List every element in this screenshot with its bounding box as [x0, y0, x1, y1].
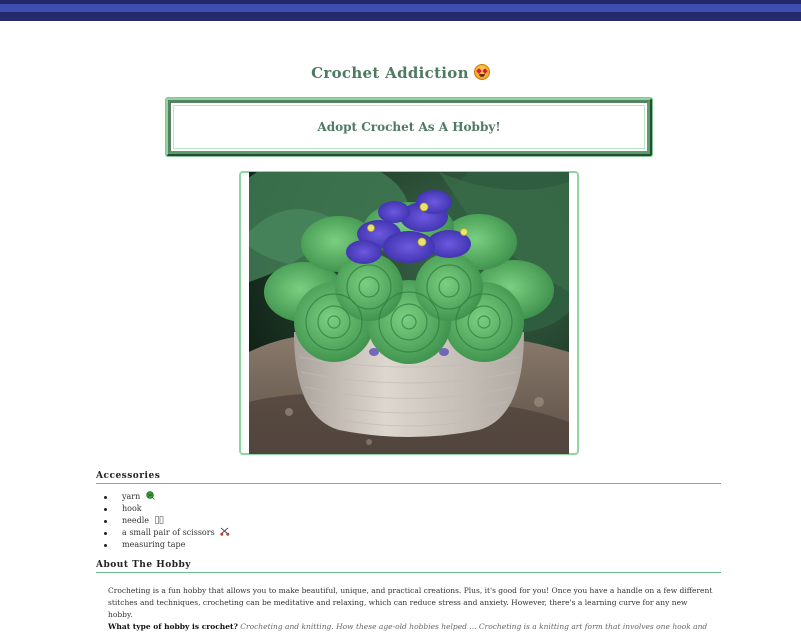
accessories-heading: Accessories: [96, 471, 721, 484]
list-item: measuring tape: [104, 539, 230, 551]
star-struck-face-icon: [473, 64, 490, 80]
list-item: a small pair of scissors: [104, 527, 230, 539]
crochet-photo-illustration: [249, 172, 569, 454]
list-item: hook: [104, 503, 230, 515]
top-banner-bar: [0, 0, 801, 21]
page-title: Crochet Addiction: [0, 64, 801, 82]
list-item: yarn: [104, 491, 230, 503]
accessory-label: needle: [122, 516, 150, 525]
about-answer: Crocheting and knitting. How these age-o…: [240, 622, 708, 631]
page-title-text: Crochet Addiction: [311, 64, 469, 82]
accessory-label: measuring tape: [122, 540, 186, 549]
about-line-3: What type of hobby is crochet? Crochetin…: [108, 621, 713, 633]
crochet-flower-pot-photo: [249, 172, 569, 454]
about-heading: About The Hobby: [96, 560, 721, 573]
accessories-list: yarn hook needle a small pair of scissor…: [104, 491, 230, 551]
about-question: What type of hobby is crochet?: [108, 622, 238, 631]
about-line-2: stitches and techniques, crocheting can …: [108, 598, 688, 619]
accessory-label: hook: [122, 504, 142, 513]
hobby-banner: Adopt Crochet As A Hobby!: [166, 98, 652, 156]
banner-text: Adopt Crochet As A Hobby!: [317, 120, 501, 134]
about-paragraph: Crocheting is a fun hobby that allows yo…: [108, 585, 713, 633]
accessory-label: a small pair of scissors: [122, 528, 215, 537]
top-bar-band-light: [0, 4, 801, 12]
about-line-1: Crocheting is a fun hobby that allows yo…: [108, 586, 713, 595]
accessory-label: yarn: [122, 492, 141, 501]
list-item: needle: [104, 515, 230, 527]
top-bar-band-dark-lower: [0, 12, 801, 21]
